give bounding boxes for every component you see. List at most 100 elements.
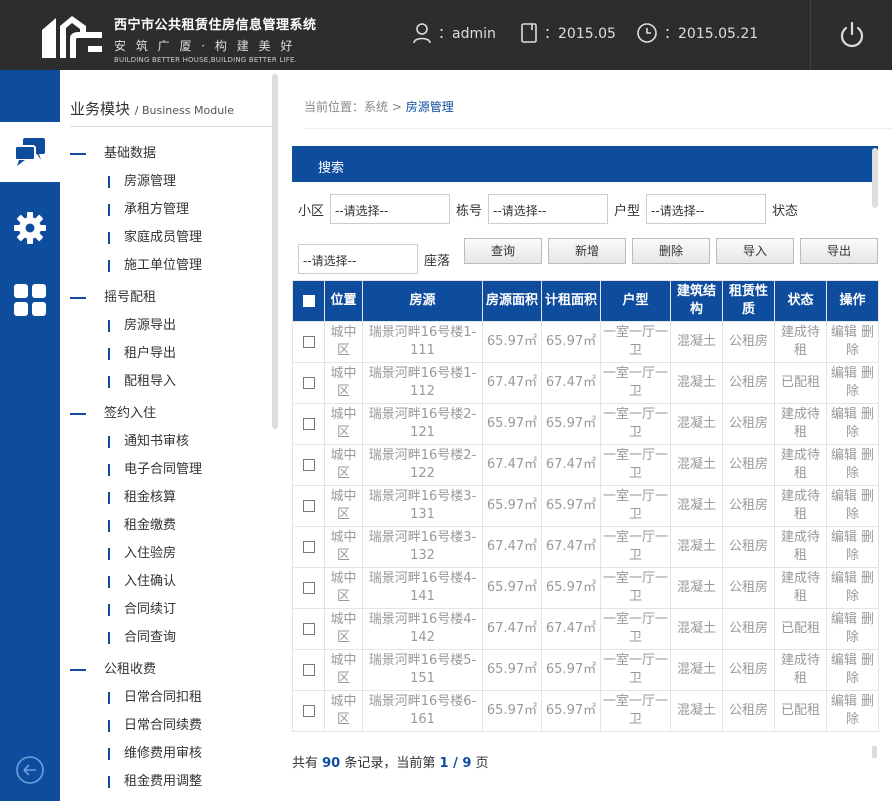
sidebar-item-tenant[interactable]: 承租方管理 (108, 198, 189, 217)
sidebar-scrollbar[interactable] (272, 74, 278, 429)
sidebar-item-repair-review[interactable]: 维修费用审核 (108, 742, 202, 761)
sidebar-item-notice-review[interactable]: 通知书审核 (108, 430, 189, 449)
table-cell: 建成待租 (774, 485, 827, 527)
building-label: 栋号 (456, 203, 483, 219)
col-header: 租赁性质 (722, 280, 775, 322)
table-cell: 65.97㎡ (541, 485, 601, 527)
row-checkbox[interactable] (292, 403, 325, 445)
select-all-checkbox[interactable] (292, 280, 325, 322)
row-actions[interactable]: 编辑 删除 (826, 444, 879, 486)
table-cell: 瑞景河畔16号楼1-112 (362, 362, 483, 404)
sidebar-group-signing[interactable]: 签约入住 (70, 402, 156, 421)
row-checkbox[interactable] (292, 526, 325, 568)
row-checkbox[interactable] (292, 321, 325, 363)
row-checkbox[interactable] (292, 608, 325, 650)
sidebar-item-housing[interactable]: 房源管理 (108, 170, 176, 189)
username: ：admin (438, 26, 496, 42)
col-header: 位置 (324, 280, 363, 322)
table-cell: 一室一厅一卫 (600, 649, 671, 691)
table-cell: 城中区 (324, 567, 363, 609)
table-scrollbar[interactable] (872, 746, 877, 758)
add-button[interactable]: 新增 (548, 238, 626, 264)
business-module-nav[interactable] (0, 122, 60, 182)
row-actions[interactable]: 编辑 删除 (826, 403, 879, 445)
table-cell: 65.97㎡ (541, 690, 601, 732)
sidebar-item-rent-adjust[interactable]: 租金费用调整 (108, 770, 202, 789)
sidebar-group-lottery[interactable]: 摇号配租 (70, 286, 156, 305)
table-cell: 67.47㎡ (482, 526, 542, 568)
row-checkbox[interactable] (292, 444, 325, 486)
import-button[interactable]: 导入 (716, 238, 794, 264)
table-cell: 67.47㎡ (541, 608, 601, 650)
table-cell: 建成待租 (774, 321, 827, 363)
row-actions[interactable]: 编辑 删除 (826, 567, 879, 609)
sidebar-item-allocation-import[interactable]: 配租导入 (108, 370, 176, 389)
sidebar-item-contract-query[interactable]: 合同查询 (108, 626, 176, 645)
row-actions[interactable]: 编辑 删除 (826, 485, 879, 527)
query-button[interactable]: 查询 (464, 238, 542, 264)
sidebar-group-fees[interactable]: 公租收费 (70, 658, 156, 677)
row-actions[interactable]: 编辑 删除 (826, 690, 879, 732)
community-select[interactable]: --请选择-- (330, 194, 451, 224)
house-type-select[interactable]: --请选择-- (646, 194, 767, 224)
sidebar-item-rent-pay[interactable]: 租金缴费 (108, 514, 176, 533)
sidebar-item-rent-calc[interactable]: 租金核算 (108, 486, 176, 505)
table-cell: 已配租 (774, 362, 827, 404)
settings-nav[interactable] (0, 198, 60, 258)
sidebar-group-basic[interactable]: 基础数据 (70, 142, 156, 161)
row-actions[interactable]: 编辑 删除 (826, 362, 879, 404)
table-cell: 公租房 (722, 526, 775, 568)
table-cell: 瑞景河畔16号楼2-121 (362, 403, 483, 445)
table-cell: 公租房 (722, 649, 775, 691)
collapse-button[interactable] (0, 740, 60, 800)
sidebar-item-daily-renew[interactable]: 日常合同续费 (108, 714, 202, 733)
table-cell: 公租房 (722, 444, 775, 486)
col-header: 计租面积 (541, 280, 601, 322)
table-cell: 一室一厅一卫 (600, 690, 671, 732)
row-checkbox[interactable] (292, 649, 325, 691)
row-actions[interactable]: 编辑 删除 (826, 526, 879, 568)
sidebar-item-housing-export[interactable]: 房源导出 (108, 314, 176, 333)
table-cell: 65.97㎡ (482, 567, 542, 609)
table-cell: 65.97㎡ (541, 649, 601, 691)
table-row: 城中区 瑞景河畔16号楼4-141 65.97㎡ 65.97㎡ 一室一厅一卫 混凝土 公租房… (292, 567, 879, 609)
table-cell: 一室一厅一卫 (600, 362, 671, 404)
row-checkbox[interactable] (292, 567, 325, 609)
breadcrumb-current[interactable]: 房源管理 (406, 100, 454, 114)
power-button[interactable] (810, 0, 892, 70)
delete-button[interactable]: 删除 (632, 238, 710, 264)
current-date: ：2015.05.21 (664, 26, 759, 42)
sidebar-item-e-contract[interactable]: 电子合同管理 (108, 458, 202, 477)
user-info: ：admin (412, 22, 496, 44)
panel-scrollbar[interactable] (872, 148, 878, 208)
table-cell: 65.97㎡ (482, 690, 542, 732)
row-checkbox[interactable] (292, 362, 325, 404)
building-select[interactable]: --请选择-- (488, 194, 609, 224)
status-select[interactable]: --请选择-- (298, 244, 418, 274)
sidebar-item-contractor[interactable]: 施工单位管理 (108, 254, 202, 273)
sidebar-item-daily-deduct[interactable]: 日常合同扣租 (108, 686, 202, 705)
table-cell: 65.97㎡ (541, 403, 601, 445)
row-checkbox[interactable] (292, 485, 325, 527)
sidebar-item-inspection[interactable]: 入住验房 (108, 542, 176, 561)
main-content: 当前位置：系统 > 房源管理 搜索 小区 --请选择-- 栋号 --请选择-- … (280, 70, 892, 801)
table-cell: 67.47㎡ (541, 362, 601, 404)
table-row: 城中区 瑞景河畔16号楼2-122 67.47㎡ 67.47㎡ 一室一厅一卫 混凝土 公租房… (292, 444, 879, 486)
export-button[interactable]: 导出 (800, 238, 878, 264)
row-checkbox[interactable] (292, 690, 325, 732)
house-logo-icon (42, 16, 102, 58)
search-row-1: 小区 --请选择-- 栋号 --请选择-- 户型 --请选择-- 状态 (292, 194, 804, 224)
apps-nav[interactable] (0, 270, 60, 330)
row-actions[interactable]: 编辑 删除 (826, 608, 879, 650)
row-actions[interactable]: 编辑 删除 (826, 321, 879, 363)
col-header: 建筑结构 (670, 280, 723, 322)
sidebar-item-tenant-export[interactable]: 租户导出 (108, 342, 176, 361)
sidebar-item-contract-renew[interactable]: 合同续订 (108, 598, 176, 617)
row-actions[interactable]: 编辑 删除 (826, 649, 879, 691)
sidebar-item-checkin-confirm[interactable]: 入住确认 (108, 570, 176, 589)
sidebar-item-family[interactable]: 家庭成员管理 (108, 226, 202, 245)
table-cell: 瑞景河畔16号楼4-142 (362, 608, 483, 650)
table-row: 城中区 瑞景河畔16号楼3-131 65.97㎡ 65.97㎡ 一室一厅一卫 混凝土 公租房… (292, 485, 879, 527)
table-cell: 混凝土 (670, 649, 723, 691)
table-cell: 城中区 (324, 403, 363, 445)
